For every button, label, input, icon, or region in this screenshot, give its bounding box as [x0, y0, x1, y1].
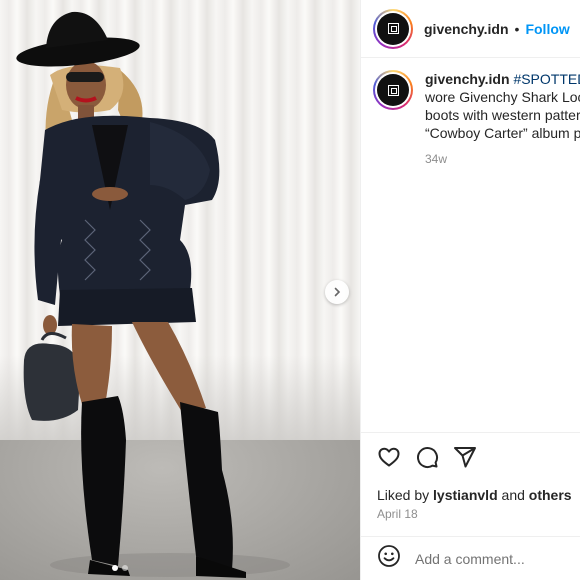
comment-input[interactable] [415, 550, 565, 567]
carousel-dot [122, 565, 128, 571]
caption-line: “Cowboy Carter” album p [425, 125, 580, 141]
caption-text: givenchy.idn #SPOTTED @ wore Givenchy Sh… [425, 70, 580, 142]
heart-icon [378, 447, 400, 467]
carousel-dots [112, 565, 128, 571]
caption-line: wore Givenchy Shark Lock [425, 89, 580, 105]
chevron-right-icon [334, 287, 341, 297]
givenchy-logo-icon [387, 84, 399, 96]
emoji-icon [378, 545, 400, 567]
follow-button[interactable]: Follow [525, 21, 569, 37]
post-header: givenchy.idn • Follow [361, 0, 580, 58]
share-icon [454, 447, 476, 468]
caption-hashtag[interactable]: #SPOTTED @ [513, 71, 580, 87]
post-photo[interactable] [0, 0, 360, 580]
comment-bar [361, 536, 580, 580]
caption-line: boots with western patter [425, 107, 580, 123]
header-separator: • [514, 20, 520, 37]
model-figure [16, 11, 290, 578]
liked-by-user[interactable]: lystianvld [433, 487, 498, 503]
carousel-next-button[interactable] [325, 280, 349, 304]
carousel-dot-active [112, 565, 118, 571]
comment-button[interactable] [415, 445, 439, 469]
post-actions [361, 432, 580, 469]
share-button[interactable] [453, 445, 477, 469]
post-side-panel: givenchy.idn • Follow givenchy.idn #SPOT… [360, 0, 580, 580]
caption: givenchy.idn #SPOTTED @ wore Givenchy Sh… [373, 70, 580, 166]
givenchy-logo-icon [387, 23, 399, 34]
like-button[interactable] [377, 445, 401, 469]
post-date[interactable]: April 18 [377, 507, 418, 521]
liked-by-others[interactable]: others [529, 487, 572, 503]
caption-avatar[interactable] [373, 70, 413, 110]
post-author-username[interactable]: givenchy.idn [424, 21, 509, 37]
caption-timestamp[interactable]: 34w [425, 152, 580, 166]
comment-icon [417, 447, 439, 469]
caption-username[interactable]: givenchy.idn [425, 71, 510, 87]
likes-summary: Liked by lystianvld and others [377, 487, 572, 503]
profile-avatar[interactable] [373, 8, 413, 49]
emoji-button[interactable] [377, 544, 401, 573]
